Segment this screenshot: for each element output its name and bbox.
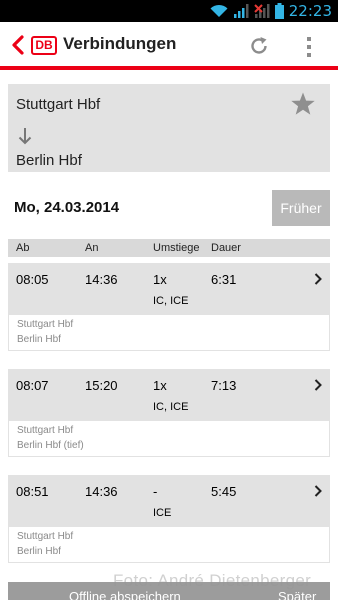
- duration: 5:45: [211, 484, 237, 499]
- header-arrival: An: [85, 242, 99, 254]
- arrow-down-icon: [18, 128, 32, 145]
- travel-date: Mo, 24.03.2014: [14, 199, 120, 216]
- train-products: IC, ICE: [153, 401, 189, 413]
- signal-roaming-icon: [254, 4, 270, 18]
- earlier-button[interactable]: Früher: [272, 190, 330, 226]
- chevron-right-icon: [314, 273, 322, 285]
- station-to: Berlin Hbf (tief): [17, 440, 84, 451]
- station-from: Stuttgart Hbf: [17, 531, 74, 542]
- overflow-menu-icon[interactable]: [303, 35, 315, 59]
- signal-icon: [233, 4, 249, 18]
- station-to: Berlin Hbf: [17, 546, 61, 557]
- battery-icon: [274, 3, 284, 19]
- header-departure: Ab: [16, 242, 30, 254]
- wifi-icon: [210, 4, 228, 17]
- station-to: Berlin Hbf: [17, 334, 61, 345]
- route-from: Stuttgart Hbf: [16, 96, 101, 113]
- db-logo[interactable]: DB: [31, 36, 57, 55]
- connection-row[interactable]: 08:51 14:36 - 5:45 ICE Stuttgart Hbf Ber…: [8, 475, 330, 563]
- route-summary[interactable]: Stuttgart Hbf Berlin Hbf: [8, 84, 330, 172]
- header-duration: Dauer: [211, 242, 241, 254]
- route-to: Berlin Hbf: [16, 152, 82, 169]
- connection-stations: Stuttgart Hbf Berlin Hbf (tief): [9, 421, 329, 456]
- duration: 7:13: [211, 378, 237, 393]
- back-chevron-icon[interactable]: [11, 35, 25, 55]
- star-icon[interactable]: [290, 91, 316, 117]
- changes-count: 1x: [153, 378, 167, 393]
- connection-row[interactable]: 08:07 15:20 1x 7:13 IC, ICE Stuttgart Hb…: [8, 369, 330, 457]
- status-time: 22:23: [288, 2, 332, 20]
- action-bar: DB Verbindungen: [0, 22, 338, 70]
- status-bar: 22:23: [0, 0, 338, 22]
- arrival-time: 14:36: [85, 484, 118, 499]
- header-changes: Umstiege: [153, 242, 200, 254]
- changes-count: 1x: [153, 272, 167, 287]
- photo-credit: Foto: André Dietenberger: [113, 571, 312, 590]
- refresh-icon[interactable]: [248, 35, 270, 57]
- duration: 6:31: [211, 272, 237, 287]
- departure-time: 08:51: [16, 484, 49, 499]
- arrival-time: 15:20: [85, 378, 118, 393]
- table-header: Ab An Umstiege Dauer: [8, 239, 330, 257]
- departure-time: 08:07: [16, 378, 49, 393]
- connection-stations: Stuttgart Hbf Berlin Hbf: [9, 315, 329, 350]
- train-products: IC, ICE: [153, 295, 189, 307]
- train-products: ICE: [153, 507, 172, 519]
- status-icons: 22:23: [210, 0, 338, 22]
- arrival-time: 14:36: [85, 272, 118, 287]
- station-from: Stuttgart Hbf: [17, 319, 74, 330]
- connection-row[interactable]: 08:05 14:36 1x 6:31 IC, ICE Stuttgart Hb…: [8, 263, 330, 351]
- page-title: Verbindungen: [63, 34, 177, 53]
- chevron-right-icon: [314, 379, 322, 391]
- station-from: Stuttgart Hbf: [17, 425, 74, 436]
- departure-time: 08:05: [16, 272, 49, 287]
- chevron-right-icon: [314, 485, 322, 497]
- connection-stations: Stuttgart Hbf Berlin Hbf: [9, 527, 329, 562]
- changes-count: -: [153, 484, 158, 499]
